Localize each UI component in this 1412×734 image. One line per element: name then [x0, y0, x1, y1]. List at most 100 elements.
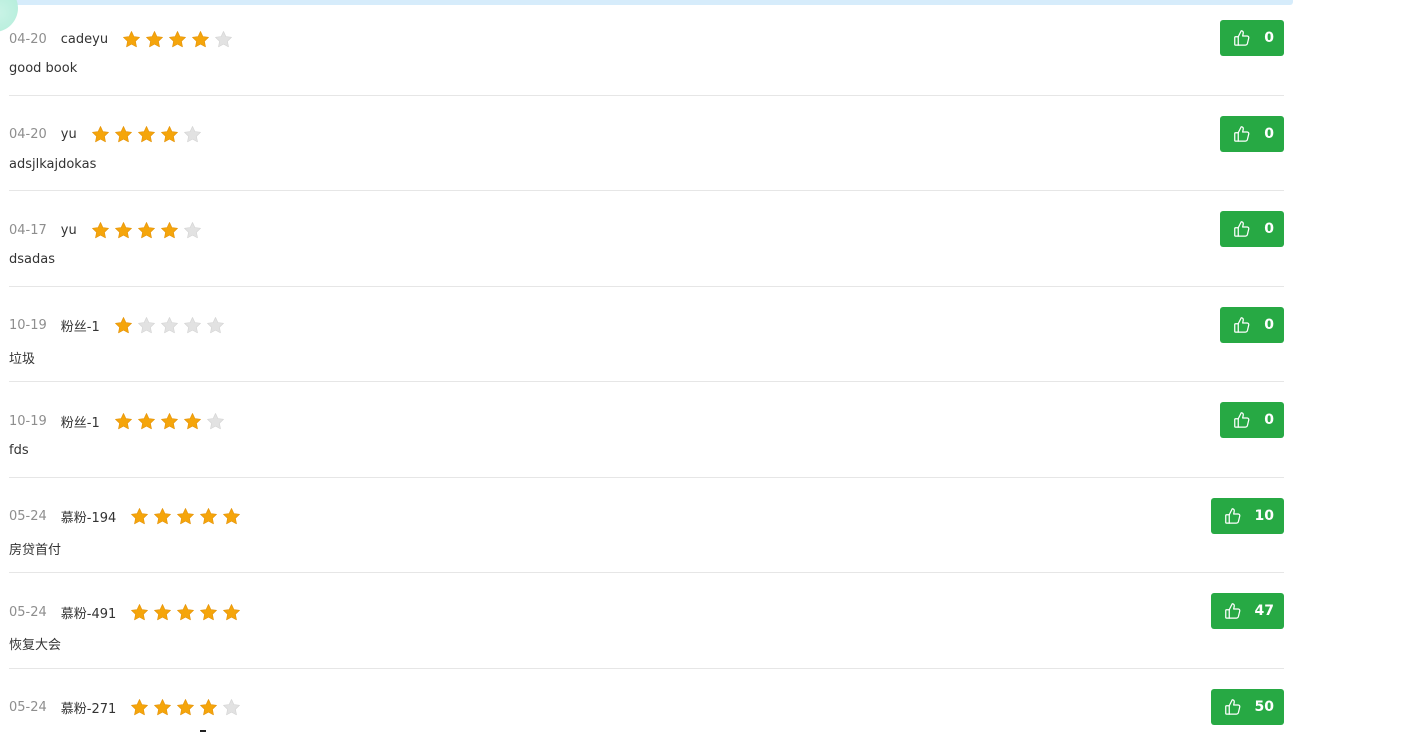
- comment-username[interactable]: 慕粉-194: [61, 507, 117, 526]
- like-count: 50: [1254, 698, 1274, 715]
- comment-username[interactable]: 粉丝-1: [61, 412, 100, 431]
- comment-username[interactable]: yu: [61, 127, 77, 142]
- comment-item: 05-24 慕粉-194 房贷首付 10: [9, 478, 1284, 573]
- star-filled-icon: [168, 30, 187, 49]
- comment-date: 05-24: [9, 604, 47, 620]
- rating-stars: [122, 30, 237, 49]
- star-filled-icon: [114, 412, 133, 431]
- like-count: 0: [1264, 316, 1274, 333]
- rating-stars: [114, 316, 229, 335]
- comment-date: 04-20: [9, 31, 47, 47]
- star-filled-icon: [137, 221, 156, 240]
- star-filled-icon: [191, 30, 210, 49]
- comment-date: 10-19: [9, 413, 47, 429]
- rating-stars: [91, 125, 206, 144]
- like-count: 0: [1264, 221, 1274, 237]
- comment-date: 04-17: [9, 222, 47, 238]
- star-filled-icon: [91, 221, 110, 240]
- comment-item: 05-24 慕粉-271 50: [9, 669, 1284, 734]
- star-filled-icon: [176, 507, 195, 526]
- like-button[interactable]: 0: [1220, 211, 1284, 247]
- comment-meta: 10-19 粉丝-1: [9, 410, 229, 432]
- comment-username[interactable]: 慕粉-491: [61, 603, 117, 622]
- star-empty-icon: [183, 221, 202, 240]
- star-empty-icon: [222, 698, 241, 717]
- like-count: 47: [1254, 603, 1274, 619]
- star-filled-icon: [222, 507, 241, 526]
- star-filled-icon: [91, 125, 110, 144]
- star-empty-icon: [160, 316, 179, 335]
- comment-list: 04-20 cadeyu good book 0 04-20 yu adsjlk…: [9, 0, 1284, 734]
- star-filled-icon: [222, 603, 241, 622]
- comment-item: 04-20 yu adsjlkajdokas 0: [9, 96, 1284, 191]
- star-filled-icon: [114, 125, 133, 144]
- star-filled-icon: [199, 698, 218, 717]
- star-filled-icon: [153, 507, 172, 526]
- comment-username[interactable]: yu: [61, 223, 77, 238]
- star-filled-icon: [130, 507, 149, 526]
- star-filled-icon: [176, 603, 195, 622]
- comment-text: good book: [9, 61, 78, 76]
- comment-text: dsadas: [9, 252, 55, 267]
- comment-date: 05-24: [9, 509, 47, 524]
- like-button[interactable]: 0: [1220, 402, 1284, 438]
- comment-username[interactable]: cadeyu: [61, 32, 108, 47]
- star-filled-icon: [183, 412, 202, 431]
- comment-meta: 04-20 yu: [9, 124, 206, 146]
- like-button[interactable]: 0: [1220, 20, 1284, 56]
- comment-date: 05-24: [9, 700, 47, 715]
- comment-text: adsjlkajdokas: [9, 156, 97, 172]
- text-cursor: [200, 730, 206, 732]
- star-empty-icon: [206, 316, 225, 335]
- comment-item: 10-19 粉丝-1 垃圾 0: [9, 287, 1284, 382]
- like-button[interactable]: 0: [1220, 115, 1284, 152]
- comment-page: 04-20 cadeyu good book 0 04-20 yu adsjlk…: [0, 0, 1412, 734]
- thumbs-up-icon: [1223, 601, 1243, 621]
- comment-meta: 04-20 cadeyu: [9, 28, 237, 50]
- rating-stars: [130, 603, 245, 622]
- like-count: 0: [1264, 30, 1274, 46]
- comment-meta: 05-24 慕粉-491: [9, 601, 245, 623]
- comment-meta: 10-19 粉丝-1: [9, 315, 229, 337]
- thumbs-up-icon: [1232, 124, 1252, 144]
- star-filled-icon: [122, 30, 141, 49]
- rating-stars: [114, 412, 229, 431]
- like-button[interactable]: 47: [1210, 593, 1284, 629]
- star-filled-icon: [160, 221, 179, 240]
- like-button[interactable]: 0: [1220, 306, 1284, 343]
- star-filled-icon: [130, 603, 149, 622]
- comment-username[interactable]: 粉丝-1: [61, 316, 100, 335]
- star-filled-icon: [137, 125, 156, 144]
- comment-text: 垃圾: [9, 351, 36, 367]
- thumbs-up-icon: [1223, 506, 1243, 526]
- comment-date: 10-19: [9, 318, 47, 333]
- like-button[interactable]: 50: [1210, 688, 1284, 725]
- comment-text: 恢复大会: [9, 638, 62, 653]
- rating-stars: [130, 507, 245, 526]
- thumbs-up-icon: [1232, 410, 1252, 430]
- star-empty-icon: [183, 125, 202, 144]
- like-count: 0: [1264, 125, 1274, 142]
- comment-date: 04-20: [9, 127, 47, 142]
- star-empty-icon: [206, 412, 225, 431]
- comment-item: 04-20 cadeyu good book 0: [9, 0, 1284, 96]
- rating-stars: [130, 698, 245, 717]
- star-empty-icon: [183, 316, 202, 335]
- star-filled-icon: [160, 412, 179, 431]
- star-filled-icon: [176, 698, 195, 717]
- thumbs-up-icon: [1223, 697, 1243, 717]
- comment-item: 05-24 慕粉-491 恢复大会 47: [9, 573, 1284, 669]
- like-button[interactable]: 10: [1210, 497, 1284, 534]
- star-filled-icon: [145, 30, 164, 49]
- comment-text: 房贷首付: [9, 542, 62, 558]
- like-count: 0: [1264, 412, 1274, 428]
- comment-text: fds: [9, 443, 29, 458]
- rating-stars: [91, 221, 206, 240]
- comment-meta: 05-24 慕粉-271: [9, 697, 245, 719]
- thumbs-up-icon: [1232, 315, 1252, 335]
- star-empty-icon: [137, 316, 156, 335]
- comment-item: 04-17 yu dsadas 0: [9, 191, 1284, 287]
- comment-meta: 04-17 yu: [9, 219, 206, 241]
- comment-username[interactable]: 慕粉-271: [61, 698, 117, 717]
- star-empty-icon: [214, 30, 233, 49]
